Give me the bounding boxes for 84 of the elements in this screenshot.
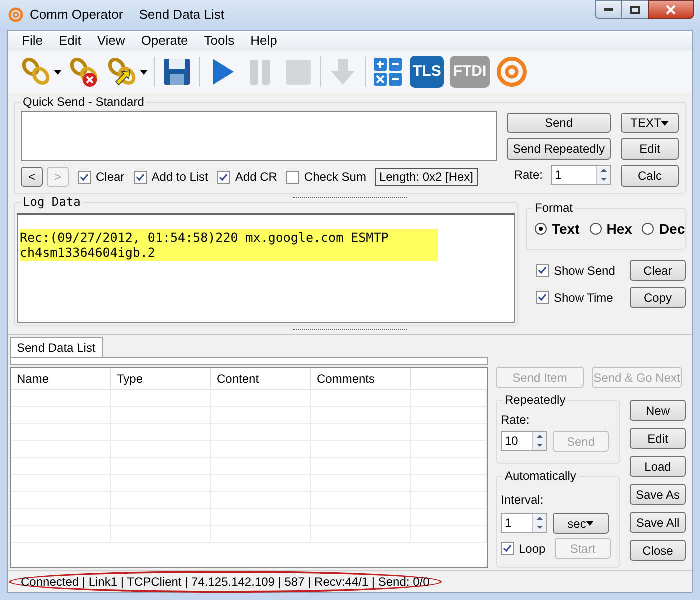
chain-arrow-icon[interactable] — [106, 56, 138, 88]
copy-button[interactable]: Copy — [630, 287, 686, 308]
column-header[interactable]: Type — [111, 368, 211, 389]
chain-link-icon[interactable] — [20, 56, 52, 88]
format-dropdown[interactable]: TEXT — [621, 113, 679, 133]
group-title: Format — [533, 201, 576, 215]
column-header[interactable]: Name — [11, 368, 111, 389]
rate-label: Rate: — [514, 167, 543, 184]
previous-button[interactable]: < — [21, 167, 43, 187]
list-action-button[interactable]: Close — [630, 540, 686, 561]
radio-label: Hex — [606, 220, 632, 238]
list-action-button[interactable]: Save All — [630, 512, 686, 533]
group-title: Repeatedly — [503, 393, 568, 407]
radio-label: Dec — [659, 220, 686, 238]
rate-label: Rate: — [501, 412, 531, 429]
menu-item[interactable]: Edit — [50, 31, 90, 51]
checkbox[interactable] — [134, 170, 147, 184]
caret-icon — [54, 70, 62, 74]
tab[interactable]: Send Data List — [10, 337, 103, 357]
list-action-button[interactable]: New — [630, 400, 686, 421]
close-button[interactable] — [648, 0, 694, 19]
radio-label: Text — [552, 220, 580, 238]
log-line: Rec:(09/27/2012, 01:54:58)220 mx.google.com ESMTP — [20, 230, 390, 245]
at-sign-logo-icon — [8, 7, 24, 23]
document-title: Send Data List — [139, 6, 224, 24]
maximize-button[interactable] — [622, 0, 648, 19]
rate-spinner[interactable]: 1 — [551, 165, 611, 185]
caret-icon — [586, 521, 594, 526]
save-icon[interactable] — [161, 56, 193, 88]
minimize-button[interactable] — [595, 0, 622, 19]
send-repeatedly-button[interactable]: Send Repeatedly — [507, 138, 611, 160]
calc-button[interactable]: Calc — [621, 165, 679, 187]
close-icon — [666, 4, 676, 14]
group-title: Quick Send - Standard — [21, 95, 146, 109]
group-title: Log Data — [21, 195, 83, 209]
checkbox[interactable] — [286, 170, 300, 184]
log-line: ch4sm13364604igb.2 — [20, 245, 156, 260]
column-header[interactable]: Content — [211, 368, 311, 389]
unit-dropdown[interactable]: sec — [553, 513, 609, 534]
list-action-button[interactable]: Load — [630, 456, 686, 477]
group-title: Automatically — [503, 469, 578, 483]
caret-icon — [140, 70, 148, 74]
spin-arrows-icon[interactable] — [532, 432, 546, 450]
splitter-handle[interactable] — [293, 196, 407, 200]
spin-arrows-icon[interactable] — [596, 166, 610, 184]
quick-send-input[interactable] — [21, 111, 497, 161]
menu-item[interactable]: Operate — [133, 31, 196, 51]
checkbox-label: Loop — [519, 540, 546, 558]
send-button[interactable]: Send — [507, 113, 611, 133]
chain-delete-icon[interactable] — [68, 56, 100, 88]
radio-button[interactable] — [535, 223, 547, 235]
caret-icon — [661, 120, 670, 126]
checkbox-label: Check Sum — [304, 169, 366, 186]
checkbox-label: Show Time — [554, 290, 614, 306]
checkbox[interactable] — [217, 170, 230, 184]
radio-button[interactable] — [642, 223, 654, 235]
edit-button[interactable]: Edit — [621, 138, 679, 160]
checkbox-label: Add CR — [235, 169, 278, 186]
checkbox[interactable] — [536, 291, 549, 304]
menu-item[interactable]: Tools — [196, 31, 243, 51]
rate-spinner[interactable]: 10 — [501, 431, 547, 451]
interval-label: Interval: — [501, 492, 545, 509]
list-action-button[interactable]: Save As — [630, 484, 686, 505]
splitter-handle[interactable] — [293, 328, 407, 332]
interval-spinner[interactable]: 1 — [501, 513, 547, 533]
checkbox[interactable] — [501, 542, 514, 555]
checkbox-label: Clear — [96, 169, 125, 186]
checkbox-label: Show Send — [554, 262, 616, 280]
calculator-icon[interactable] — [372, 56, 404, 88]
checkbox[interactable] — [78, 170, 91, 184]
clear-button[interactable]: Clear — [630, 260, 686, 281]
column-header[interactable]: Comments — [311, 368, 411, 389]
radio-button[interactable] — [590, 223, 602, 235]
text-badge-icon[interactable]: TLS — [410, 56, 444, 88]
spin-arrows-icon[interactable] — [532, 514, 546, 532]
menu-item[interactable]: Help — [242, 31, 286, 51]
length-readout: Length: 0x2 [Hex] — [375, 168, 478, 186]
window-title: Comm Operator — [30, 6, 124, 24]
status-text: Connected | Link1 | TCPClient | 74.125.142.109 | 587 | Recv:44/1 | Send: 0/0 — [9, 570, 442, 592]
menu-item[interactable]: View — [89, 31, 134, 51]
checkbox[interactable] — [536, 264, 549, 277]
checkbox-label: Add to List — [152, 169, 208, 186]
list-action-button[interactable]: Edit — [630, 428, 686, 449]
menu-item[interactable]: File — [14, 31, 51, 51]
